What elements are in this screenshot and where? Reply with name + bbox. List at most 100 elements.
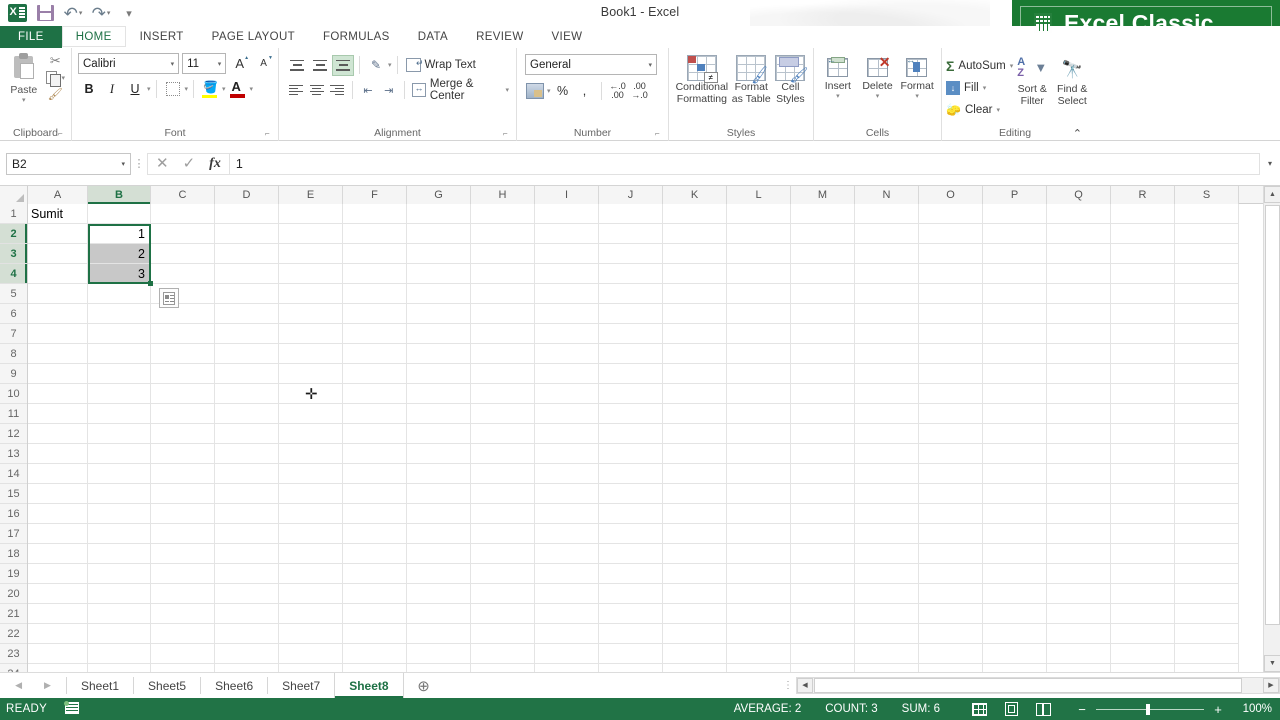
cell-E11[interactable] <box>279 404 343 424</box>
cell-M5[interactable] <box>791 284 855 304</box>
cell-I19[interactable] <box>535 564 599 584</box>
accounting-format-button[interactable] <box>525 80 545 102</box>
cell-K14[interactable] <box>663 464 727 484</box>
cell-O16[interactable] <box>919 504 983 524</box>
cell-Q18[interactable] <box>1047 544 1111 564</box>
cell-O19[interactable] <box>919 564 983 584</box>
column-header-p[interactable]: P <box>983 186 1047 204</box>
cell-E21[interactable] <box>279 604 343 624</box>
cell-P13[interactable] <box>983 444 1047 464</box>
cell-S21[interactable] <box>1175 604 1239 624</box>
cell-C24[interactable] <box>151 664 215 672</box>
cell-L22[interactable] <box>727 624 791 644</box>
autofill-options-button[interactable] <box>159 288 179 308</box>
cell-E20[interactable] <box>279 584 343 604</box>
row-header-17[interactable]: 17 <box>0 524 27 544</box>
vertical-scrollbar[interactable]: ▲ ▼ <box>1263 186 1280 672</box>
vertical-scroll-thumb[interactable] <box>1265 205 1280 625</box>
cell-R23[interactable] <box>1111 644 1175 664</box>
cell-E14[interactable] <box>279 464 343 484</box>
tab-data[interactable]: DATA <box>404 26 462 48</box>
cell-J12[interactable] <box>599 424 663 444</box>
cell-K2[interactable] <box>663 224 727 244</box>
fill-caret-icon[interactable]: ▾ <box>983 84 987 92</box>
font-name-combo[interactable]: Calibri ▾ <box>78 53 180 74</box>
cell-A8[interactable] <box>28 344 88 364</box>
cell-R17[interactable] <box>1111 524 1175 544</box>
cell-H4[interactable] <box>471 264 535 284</box>
row-header-21[interactable]: 21 <box>0 604 27 624</box>
sheet-tab-sheet8[interactable]: Sheet8 <box>334 673 404 698</box>
cell-N8[interactable] <box>855 344 919 364</box>
cell-S15[interactable] <box>1175 484 1239 504</box>
cell-M3[interactable] <box>791 244 855 264</box>
cell-O4[interactable] <box>919 264 983 284</box>
cell-L13[interactable] <box>727 444 791 464</box>
cell-J19[interactable] <box>599 564 663 584</box>
cell-H6[interactable] <box>471 304 535 324</box>
cell-F18[interactable] <box>343 544 407 564</box>
cell-M24[interactable] <box>791 664 855 672</box>
paste-button[interactable]: Paste ▾ <box>4 51 44 121</box>
cell-M10[interactable] <box>791 384 855 404</box>
cell-Q9[interactable] <box>1047 364 1111 384</box>
row-header-11[interactable]: 11 <box>0 404 27 424</box>
orientation-button[interactable]: ✎ <box>365 55 387 76</box>
cell-K18[interactable] <box>663 544 727 564</box>
orientation-caret-icon[interactable]: ▾ <box>388 61 392 69</box>
cell-F21[interactable] <box>343 604 407 624</box>
cell-A14[interactable] <box>28 464 88 484</box>
cell-S12[interactable] <box>1175 424 1239 444</box>
cell-K19[interactable] <box>663 564 727 584</box>
decrease-decimal-button[interactable]: .00 →.0 <box>630 80 650 102</box>
row-header-1[interactable]: 1 <box>0 204 27 224</box>
cell-A12[interactable] <box>28 424 88 444</box>
cell-J14[interactable] <box>599 464 663 484</box>
cell-B22[interactable] <box>88 624 151 644</box>
cell-D15[interactable] <box>215 484 279 504</box>
cell-H16[interactable] <box>471 504 535 524</box>
cell-H2[interactable] <box>471 224 535 244</box>
cell-G4[interactable] <box>407 264 471 284</box>
column-header-a[interactable]: A <box>28 186 88 204</box>
cell-R9[interactable] <box>1111 364 1175 384</box>
cell-O8[interactable] <box>919 344 983 364</box>
cell-B23[interactable] <box>88 644 151 664</box>
cell-D5[interactable] <box>215 284 279 304</box>
cell-N3[interactable] <box>855 244 919 264</box>
cell-M11[interactable] <box>791 404 855 424</box>
number-dialog-launcher[interactable]: ⌐ <box>655 129 664 138</box>
horizontal-scrollbar[interactable]: ◀ ▶ <box>796 676 1280 694</box>
zoom-slider[interactable] <box>1096 703 1204 715</box>
borders-caret-icon[interactable]: ▾ <box>185 85 189 93</box>
autosum-button[interactable]: Σ AutoSum ▾ <box>946 55 1013 77</box>
cell-Q21[interactable] <box>1047 604 1111 624</box>
cell-C12[interactable] <box>151 424 215 444</box>
copy-icon[interactable] <box>45 71 61 87</box>
cell-F5[interactable] <box>343 284 407 304</box>
cell-K20[interactable] <box>663 584 727 604</box>
insert-cells-button[interactable]: ← Insert ▾ <box>818 53 858 121</box>
cell-Q16[interactable] <box>1047 504 1111 524</box>
column-header-f[interactable]: F <box>343 186 407 204</box>
cell-Q8[interactable] <box>1047 344 1111 364</box>
cell-F16[interactable] <box>343 504 407 524</box>
cell-F6[interactable] <box>343 304 407 324</box>
cell-F12[interactable] <box>343 424 407 444</box>
cell-S5[interactable] <box>1175 284 1239 304</box>
cell-A5[interactable] <box>28 284 88 304</box>
cell-I24[interactable] <box>535 664 599 672</box>
cell-I9[interactable] <box>535 364 599 384</box>
align-right-button[interactable] <box>327 80 347 101</box>
cell-A10[interactable] <box>28 384 88 404</box>
cell-S11[interactable] <box>1175 404 1239 424</box>
cell-C14[interactable] <box>151 464 215 484</box>
cell-A23[interactable] <box>28 644 88 664</box>
cell-A13[interactable] <box>28 444 88 464</box>
cell-M18[interactable] <box>791 544 855 564</box>
cell-A21[interactable] <box>28 604 88 624</box>
cell-D10[interactable] <box>215 384 279 404</box>
cell-O10[interactable] <box>919 384 983 404</box>
cell-Q23[interactable] <box>1047 644 1111 664</box>
percent-style-button[interactable]: % <box>553 80 573 102</box>
